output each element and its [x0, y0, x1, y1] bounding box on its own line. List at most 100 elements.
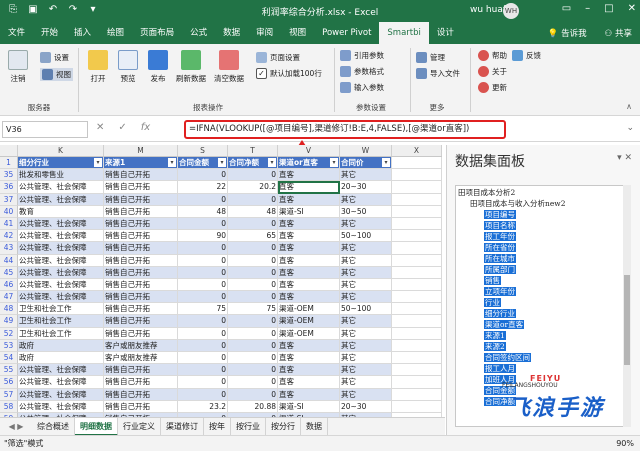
column-letter[interactable]: K [18, 145, 104, 156]
minimize-icon[interactable]: – [585, 3, 590, 14]
table-cell[interactable]: 50~100 [340, 230, 392, 243]
collapse-ribbon-icon[interactable]: ∧ [626, 102, 632, 111]
table-cell[interactable]: 0 [228, 352, 278, 365]
tree-node[interactable]: 来源1 [484, 331, 506, 341]
row-number[interactable]: 58 [0, 400, 18, 413]
sheet-tab[interactable]: 渠道修订 [161, 418, 204, 435]
table-cell[interactable] [392, 291, 442, 304]
table-cell[interactable]: 客户或朋友推荐 [104, 352, 178, 365]
tree-node[interactable]: 项目名称 [484, 221, 516, 231]
row-number[interactable]: 43 [0, 242, 18, 255]
table-cell[interactable]: 其它 [340, 315, 392, 328]
table-cell[interactable]: 销售自己开拓 [104, 364, 178, 377]
table-cell[interactable]: 其它 [340, 169, 392, 182]
table-cell[interactable]: 销售自己开拓 [104, 181, 178, 194]
table-cell[interactable]: 直客 [278, 352, 340, 365]
help-button[interactable]: 帮助 [478, 50, 507, 61]
table-cell[interactable]: 0 [178, 278, 228, 292]
table-cell[interactable] [392, 400, 442, 413]
table-cell[interactable]: 直客 [278, 254, 340, 267]
table-cell[interactable]: 渠道-OEM [278, 303, 340, 316]
row-number[interactable]: 41 [0, 217, 18, 231]
table-cell[interactable] [392, 339, 442, 352]
table-cell[interactable]: 0 [228, 254, 278, 267]
row-number[interactable]: 47 [0, 291, 18, 304]
tree-node[interactable]: 立项年份 [484, 287, 516, 297]
tree-node[interactable]: 所属部门 [484, 265, 516, 275]
table-cell[interactable]: 0 [178, 388, 228, 401]
table-cell[interactable]: 其它 [340, 376, 392, 389]
table-cell[interactable]: 0 [178, 266, 228, 279]
table-cell[interactable]: 公共管理、社会保障 [18, 242, 104, 255]
tree-node[interactable]: 报工年份 [484, 232, 516, 242]
row-number[interactable]: 46 [0, 278, 18, 292]
zoom-level[interactable]: 90% [616, 436, 634, 451]
row-number[interactable]: 35 [0, 169, 18, 182]
table-cell[interactable]: 直客 [278, 388, 340, 401]
tree-node[interactable]: 行业 [484, 298, 501, 308]
table-cell[interactable]: 0 [228, 266, 278, 279]
row-number[interactable]: 53 [0, 339, 18, 352]
filter-dropdown-icon[interactable]: ▾ [218, 158, 226, 167]
table-cell[interactable]: 直客 [278, 230, 340, 243]
table-cell[interactable]: 0 [228, 364, 278, 377]
table-cell[interactable]: 渠道-SI [278, 400, 340, 413]
table-cell[interactable]: 其它 [340, 217, 392, 231]
table-cell[interactable]: 0 [178, 193, 228, 206]
table-cell[interactable]: 48 [178, 205, 228, 218]
table-cell[interactable]: 销售自己开拓 [104, 254, 178, 267]
column-letter[interactable]: X [392, 145, 442, 156]
table-cell[interactable]: 公共管理、社会保障 [18, 217, 104, 231]
filter-dropdown-icon[interactable]: ▾ [168, 158, 176, 167]
tab-11[interactable]: 设计 [429, 22, 462, 44]
sheet-tab[interactable]: 按分行 [266, 418, 301, 435]
table-cell[interactable]: 销售自己开拓 [104, 315, 178, 328]
column-header-cell[interactable] [392, 157, 442, 170]
undo-icon[interactable]: ↶ [46, 3, 60, 17]
tab-8[interactable]: 视图 [281, 22, 314, 44]
table-cell[interactable]: 75 [228, 303, 278, 316]
table-cell[interactable]: 销售自己开拓 [104, 205, 178, 218]
table-cell[interactable]: 渠道-OEM [278, 315, 340, 328]
share-button[interactable]: ⚇ 共享 [605, 27, 632, 39]
table-cell[interactable]: 政府 [18, 339, 104, 352]
expand-formula-icon[interactable]: ⌄ [626, 123, 634, 133]
refresh-data-button[interactable]: 刷新数据 [176, 50, 206, 84]
table-cell[interactable]: 20.88 [228, 400, 278, 413]
row-number[interactable]: 57 [0, 388, 18, 401]
table-cell[interactable]: 0 [178, 169, 228, 182]
table-cell[interactable]: 48 [228, 205, 278, 218]
tree-node[interactable]: 田项目成本分析2 [458, 188, 515, 198]
table-cell[interactable]: 75 [178, 303, 228, 316]
row-number[interactable]: 44 [0, 254, 18, 267]
sheet-nav-arrows[interactable]: ◀ ▶ [0, 422, 32, 431]
table-cell[interactable] [392, 364, 442, 377]
table-cell[interactable]: 公共管理、社会保障 [18, 254, 104, 267]
table-cell[interactable]: 直客 [278, 339, 340, 352]
table-cell[interactable]: 销售自己开拓 [104, 169, 178, 182]
tab-7[interactable]: 审阅 [248, 22, 281, 44]
tree-node[interactable]: 合同签约区间 [484, 353, 531, 363]
row-number[interactable]: 36 [0, 181, 18, 194]
page-setup-button[interactable]: 页面设置 [256, 52, 300, 63]
sheet-tab[interactable]: 明细数据 [75, 418, 118, 435]
tell-me-search[interactable]: 💡 告诉我 [548, 27, 587, 39]
table-cell[interactable]: 22 [178, 181, 228, 194]
table-cell[interactable]: 其它 [340, 364, 392, 377]
enter-icon[interactable]: ✓ [118, 122, 126, 133]
table-cell[interactable]: 0 [228, 242, 278, 255]
tab-4[interactable]: 页面布局 [132, 22, 182, 44]
row-number[interactable]: 1 [0, 157, 18, 170]
ref-params-button[interactable]: 引用参数 [340, 50, 384, 61]
row-number[interactable]: 48 [0, 303, 18, 316]
row-number[interactable]: 37 [0, 193, 18, 206]
table-cell[interactable]: 20~30 [340, 400, 392, 413]
table-cell[interactable]: 直客 [278, 376, 340, 389]
tree-node[interactable]: 所在省份 [484, 243, 516, 253]
sheet-tab[interactable]: 按行业 [231, 418, 266, 435]
tree-node[interactable]: 报工人月 [484, 364, 516, 374]
table-cell[interactable]: 公共管理、社会保障 [18, 376, 104, 389]
param-format-button[interactable]: 参数格式 [340, 66, 384, 77]
table-cell[interactable]: 0 [228, 388, 278, 401]
table-cell[interactable]: 批发和零售业 [18, 169, 104, 182]
